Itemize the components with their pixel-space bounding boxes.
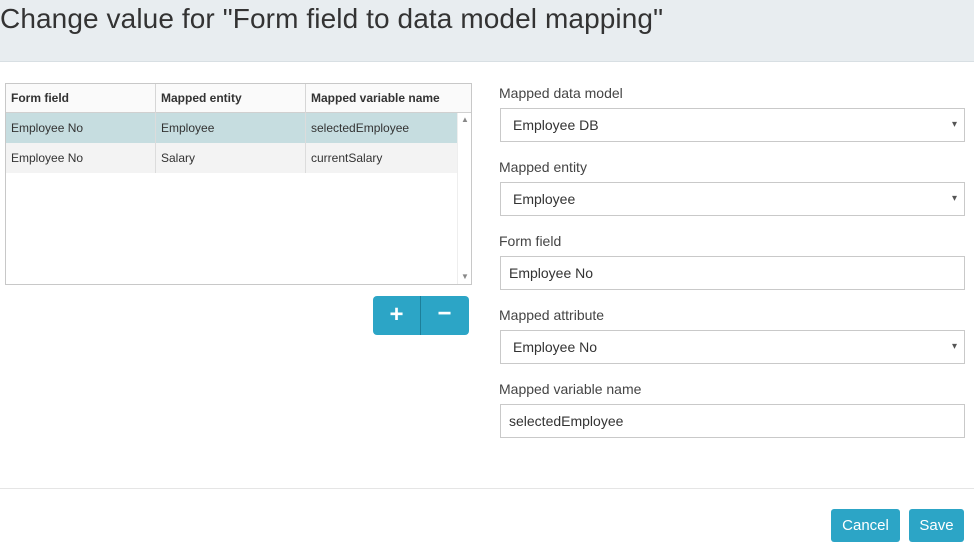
chevron-down-icon: ▾ bbox=[951, 119, 957, 130]
mapped-entity-select[interactable]: Employee ▾ bbox=[500, 182, 965, 216]
table-header: Form field Mapped entity Mapped variable… bbox=[6, 84, 471, 113]
cell-form-field: Employee No bbox=[6, 143, 156, 173]
cell-mapped-entity: Employee bbox=[156, 113, 306, 143]
footer-divider bbox=[0, 488, 974, 489]
column-header-mapped-entity[interactable]: Mapped entity bbox=[156, 84, 306, 113]
mapped-attribute-select[interactable]: Employee No ▾ bbox=[500, 330, 965, 364]
dialog-title: Change value for "Form field to data mod… bbox=[0, 3, 664, 34]
mapping-table: Form field Mapped entity Mapped variable… bbox=[5, 83, 472, 285]
column-header-mapped-variable-name[interactable]: Mapped variable name bbox=[306, 84, 471, 113]
cell-mapped-variable-name: selectedEmployee bbox=[311, 121, 410, 135]
cancel-button[interactable]: Cancel bbox=[831, 509, 900, 542]
column-header-form-field[interactable]: Form field bbox=[6, 84, 156, 113]
scroll-up-icon[interactable]: ▲ bbox=[461, 116, 469, 124]
remove-row-button[interactable]: − bbox=[421, 296, 468, 335]
table-row[interactable]: Employee No Salary currentSalary bbox=[6, 143, 457, 173]
mapped-attribute-label: Mapped attribute bbox=[499, 307, 605, 323]
mapped-attribute-value: Employee No bbox=[513, 339, 598, 355]
save-button[interactable]: Save bbox=[909, 509, 964, 542]
table-scrollbar[interactable]: ▲ ▼ bbox=[457, 113, 471, 284]
chevron-down-icon: ▾ bbox=[951, 193, 957, 204]
mapped-variable-name-input[interactable]: selectedEmployee bbox=[500, 404, 965, 438]
mapped-entity-label: Mapped entity bbox=[499, 159, 587, 175]
mapped-data-model-select[interactable]: Employee DB ▾ bbox=[500, 108, 965, 142]
cell-mapped-entity: Salary bbox=[156, 143, 306, 173]
form-field-input[interactable]: Employee No bbox=[500, 256, 965, 290]
table-row[interactable]: Employee No Employee selectedEmployee bbox=[6, 113, 457, 143]
mapped-data-model-label: Mapped data model bbox=[499, 85, 623, 101]
dialog-header: Change value for "Form field to data mod… bbox=[0, 0, 974, 62]
mapped-variable-name-label: Mapped variable name bbox=[499, 381, 642, 397]
mapped-entity-value: Employee bbox=[513, 191, 576, 207]
table-body: Employee No Employee selectedEmployee Em… bbox=[6, 113, 457, 173]
add-row-button[interactable]: + bbox=[373, 296, 420, 335]
mapped-data-model-value: Employee DB bbox=[513, 117, 599, 133]
row-action-buttons: + − bbox=[373, 296, 469, 335]
scroll-down-icon[interactable]: ▼ bbox=[461, 273, 469, 281]
chevron-down-icon: ▾ bbox=[951, 341, 957, 352]
form-field-label: Form field bbox=[499, 233, 562, 249]
cell-form-field: Employee No bbox=[6, 113, 156, 143]
cell-mapped-variable-name: currentSalary bbox=[311, 151, 383, 165]
